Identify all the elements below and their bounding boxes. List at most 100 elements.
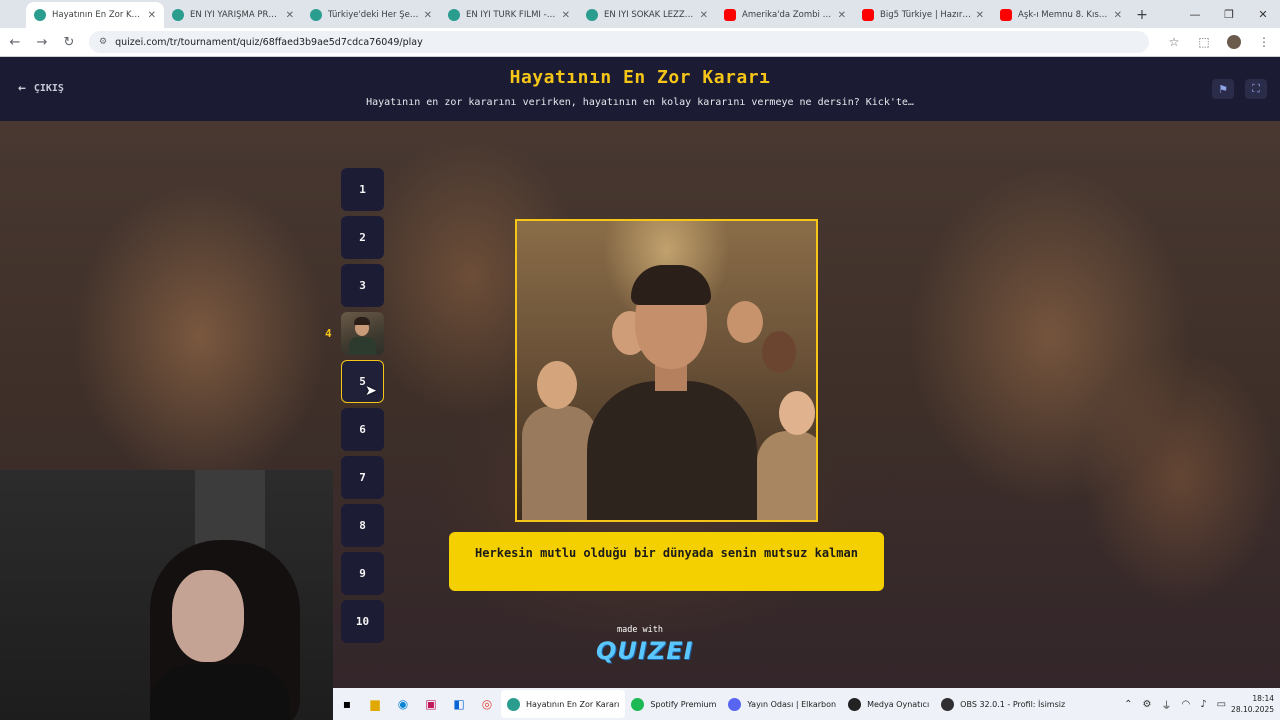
discord-icon: [728, 697, 742, 711]
browser-tab[interactable]: EN İYİ YARIŞMA PROGRAMI ✕: [164, 2, 302, 28]
page-title: Hayatının En Zor Kararı: [509, 67, 771, 88]
round-button-5[interactable]: 5: [341, 360, 384, 403]
background-person: [522, 406, 597, 520]
tab-label: EN İYİ TÜRK FİLMİ - Quizei: [466, 10, 558, 20]
sad-man-body: [587, 381, 757, 520]
tray-chevron-icon[interactable]: ⌃: [1124, 699, 1132, 710]
background-face: [537, 361, 577, 409]
background-face: [727, 301, 763, 343]
round-button-2[interactable]: 2: [341, 216, 384, 259]
thumbnail-figure: [349, 337, 376, 355]
browser-tab[interactable]: Hayatının En Zor Kararı - Quizei ✕: [26, 2, 164, 28]
reload-icon[interactable]: ↻: [57, 30, 81, 54]
tab-close-icon[interactable]: ✕: [148, 10, 156, 21]
quiz-option-image[interactable]: [515, 219, 818, 522]
tab-label: Hayatının En Zor Kararı - Quizei: [52, 10, 144, 20]
tab-label: Big5 Türkiye | Hazırlık Sez: [880, 10, 972, 20]
menu-dots-icon[interactable]: ⋮: [1249, 35, 1279, 49]
tray-app-icon[interactable]: ⚙: [1143, 699, 1152, 710]
option-caption-button[interactable]: Herkesin mutlu olduğu bir dünyada senin …: [449, 532, 884, 591]
taskbar-app-media-player[interactable]: Medya Oynatıcı: [842, 690, 935, 718]
tab-favicon-icon: [172, 9, 184, 21]
obs-icon: [941, 697, 955, 711]
round-button-8[interactable]: 8: [341, 504, 384, 547]
tab-favicon-icon: [448, 9, 460, 21]
profile-avatar[interactable]: [1219, 35, 1249, 49]
tab-close-icon[interactable]: ✕: [1114, 10, 1122, 21]
round-button-10[interactable]: 10: [341, 600, 384, 643]
background-face: [779, 391, 815, 435]
system-clock[interactable]: 18:14 28.10.2025: [1231, 693, 1274, 715]
forward-icon[interactable]: →: [30, 30, 54, 54]
taskbar-app-browser[interactable]: Hayatının En Zor Kararı: [501, 690, 626, 718]
taskbar: ▪ ▆ ◉ ▣ ◧ ◎ Hayatının En Zor Kararı Spot…: [333, 688, 1280, 720]
bookmark-star-icon[interactable]: ☆: [1159, 35, 1189, 49]
minimize-icon[interactable]: —: [1178, 0, 1212, 28]
round-button-3[interactable]: 3: [341, 264, 384, 307]
round-marker-4: 4: [325, 327, 332, 340]
window-controls: — ❐ ✕: [1178, 0, 1280, 28]
tab-close-icon[interactable]: ✕: [976, 10, 984, 21]
made-with-label: made with: [616, 625, 664, 635]
tab-close-icon[interactable]: ✕: [562, 10, 570, 21]
taskbar-app-label: Spotify Premium: [650, 699, 717, 709]
chrome-icon[interactable]: ◎: [475, 692, 499, 716]
browser-tab[interactable]: Aşk-ı Memnu 8. Kısa Bölüm ✕: [992, 2, 1130, 28]
tray-usb-icon[interactable]: ⏚: [1161, 697, 1171, 712]
tab-close-icon[interactable]: ✕: [838, 10, 846, 21]
tab-close-icon[interactable]: ✕: [700, 10, 708, 21]
system-tray: ⌃ ⚙ ⏚ ◠ ♪ ▭ 18:14 28.10.2025: [1119, 688, 1280, 720]
back-icon[interactable]: ←: [3, 30, 27, 54]
browser-tab[interactable]: Türkiye'deki Her Şehirden ✕: [302, 2, 440, 28]
streamer-body: [150, 665, 290, 720]
round-button-4-thumbnail[interactable]: [341, 312, 384, 355]
youtube-favicon-icon: [1000, 9, 1012, 21]
quizei-logo[interactable]: QUIZEI: [596, 637, 693, 665]
taskbar-app-discord[interactable]: Yayın Odası | Elkarbon: [722, 690, 842, 718]
quiz-header: ← ÇIKIŞ Hayatının En Zor Kararı Hayatını…: [0, 57, 1280, 121]
browser-tab[interactable]: Big5 Türkiye | Hazırlık Sez ✕: [854, 2, 992, 28]
tab-close-icon[interactable]: ✕: [424, 10, 432, 21]
round-button-7[interactable]: 7: [341, 456, 384, 499]
browser-tab[interactable]: EN İYİ TÜRK FİLMİ - Quizei ✕: [440, 2, 578, 28]
tab-favicon-icon: [586, 9, 598, 21]
tab-label: EN İYİ YARIŞMA PROGRAMI: [190, 10, 282, 20]
streamer-face: [172, 570, 244, 662]
tab-close-icon[interactable]: ✕: [286, 10, 294, 21]
maximize-icon[interactable]: ❐: [1212, 0, 1246, 28]
close-window-icon[interactable]: ✕: [1246, 0, 1280, 28]
background-person: [757, 431, 816, 520]
taskbar-app-obs[interactable]: OBS 32.0.1 - Profil: İsimsiz: [935, 690, 1071, 718]
taskbar-app-spotify[interactable]: Spotify Premium: [625, 690, 722, 718]
fullscreen-button[interactable]: ⛶: [1245, 79, 1267, 99]
tab-label: Aşk-ı Memnu 8. Kısa Bölüm: [1018, 10, 1110, 20]
media-player-icon: [848, 697, 862, 711]
tab-label: Türkiye'deki Her Şehirden: [328, 10, 420, 20]
round-button-1[interactable]: 1: [341, 168, 384, 211]
round-button-9[interactable]: 9: [341, 552, 384, 595]
mouse-cursor-icon: ➤: [365, 383, 377, 399]
battery-icon[interactable]: ▭: [1217, 699, 1226, 710]
tab-favicon-icon: [310, 9, 322, 21]
round-button-6[interactable]: 6: [341, 408, 384, 451]
flag-icon: ⚑: [1218, 82, 1228, 96]
tab-favicon-icon: [34, 9, 46, 21]
url-field[interactable]: ⚙ quizei.com/tr/tournament/quiz/68ffaed3…: [89, 31, 1149, 53]
browser-tab[interactable]: Amerika'da Zombi Mahalle ✕: [716, 2, 854, 28]
wifi-icon[interactable]: ◠: [1181, 699, 1190, 710]
outlook-icon[interactable]: ◧: [447, 692, 471, 716]
volume-icon[interactable]: ♪: [1200, 699, 1206, 710]
browser-tab[interactable]: EN İYİ SOKAK LEZZETLERİ ✕: [578, 2, 716, 28]
youtube-favicon-icon: [862, 9, 874, 21]
file-explorer-icon[interactable]: ▆: [363, 692, 387, 716]
chrome-app-icon: [507, 697, 520, 711]
edge-icon[interactable]: ◉: [391, 692, 415, 716]
site-info-icon[interactable]: ⚙: [99, 37, 107, 47]
sad-man-hair: [631, 265, 711, 305]
task-view-icon[interactable]: ▪: [335, 692, 359, 716]
report-flag-button[interactable]: ⚑: [1212, 79, 1234, 99]
new-tab-button[interactable]: +: [1130, 2, 1154, 28]
extensions-icon[interactable]: ⬚: [1189, 35, 1219, 49]
taskbar-app-label: OBS 32.0.1 - Profil: İsimsiz: [960, 699, 1066, 709]
photos-icon[interactable]: ▣: [419, 692, 443, 716]
